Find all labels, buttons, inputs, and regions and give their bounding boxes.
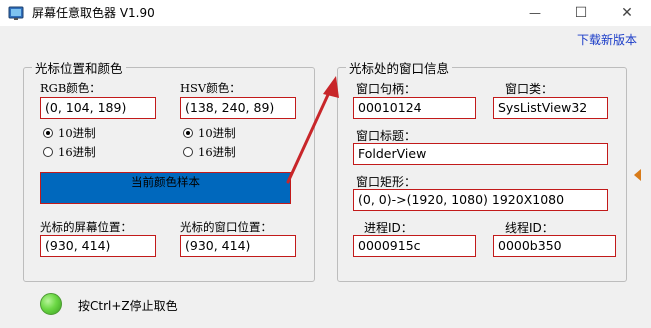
hsv-radix-decimal-radio[interactable] (183, 128, 193, 138)
hsv-radix-hex-option[interactable]: 16进制 (183, 144, 236, 160)
rgb-radix-decimal-label: 10进制 (58, 126, 96, 140)
process-id-field[interactable]: 0000915c (353, 235, 476, 257)
status-led-icon (40, 293, 62, 315)
side-arrow-icon[interactable] (634, 169, 641, 181)
current-color-sample-label: 当前颜色样本 (131, 175, 200, 189)
maximize-button[interactable]: ☐ (558, 0, 604, 26)
maximize-icon: ☐ (574, 5, 588, 21)
title-bar: 屏幕任意取色器 V1.90 — ☐ ✕ (0, 0, 651, 26)
window-position-label: 光标的窗口位置： (180, 220, 272, 234)
window-position-field[interactable]: (930, 414) (180, 235, 296, 257)
rgb-radix-decimal-option[interactable]: 10进制 (43, 125, 96, 141)
screen-position-field[interactable]: (930, 414) (40, 235, 156, 257)
download-new-version-link[interactable]: 下载新版本 (577, 31, 637, 48)
thread-id-label: 线程ID： (505, 221, 554, 235)
window-rect-label: 窗口矩形： (356, 175, 417, 189)
window-handle-field[interactable]: 00010124 (353, 97, 476, 119)
minimize-icon: — (529, 6, 541, 20)
status-text: 按Ctrl+Z停止取色 (78, 299, 178, 313)
window-info-legend: 光标处的窗口信息 (349, 61, 450, 76)
hsv-radix-hex-label: 16进制 (198, 145, 236, 159)
app-icon (8, 6, 24, 20)
rgb-label: RGB颜色： (40, 81, 101, 95)
hsv-radix-hex-radio[interactable] (183, 147, 193, 157)
screen-position-label: 光标的屏幕位置： (40, 220, 132, 234)
cursor-position-color-legend: 光标位置和颜色 (35, 61, 123, 76)
close-button[interactable]: ✕ (604, 0, 650, 26)
current-color-sample: 当前颜色样本 (40, 172, 291, 204)
window-title-label: 窗口标题： (356, 129, 417, 143)
window-title: 屏幕任意取色器 V1.90 (32, 6, 155, 20)
rgb-radix-hex-label: 16进制 (58, 145, 96, 159)
rgb-radix-decimal-radio[interactable] (43, 128, 53, 138)
hsv-label: HSV颜色： (180, 81, 241, 95)
rgb-value-field[interactable]: (0, 104, 189) (40, 97, 156, 119)
window-class-label: 窗口类： (505, 82, 554, 96)
rgb-radix-hex-option[interactable]: 16进制 (43, 144, 96, 160)
window-class-field[interactable]: SysListView32 (493, 97, 608, 119)
thread-id-field[interactable]: 0000b350 (493, 235, 616, 257)
minimize-button[interactable]: — (512, 0, 558, 26)
process-id-label: 进程ID： (364, 221, 413, 235)
window-rect-field[interactable]: (0, 0)->(1920, 1080) 1920X1080 (353, 189, 608, 211)
rgb-radix-hex-radio[interactable] (43, 147, 53, 157)
hsv-radix-decimal-label: 10进制 (198, 126, 236, 140)
close-icon: ✕ (621, 5, 633, 21)
hsv-value-field[interactable]: (138, 240, 89) (180, 97, 296, 119)
window-title-field[interactable]: FolderView (353, 143, 608, 165)
hsv-radix-decimal-option[interactable]: 10进制 (183, 125, 236, 141)
window-handle-label: 窗口句柄： (356, 82, 417, 96)
